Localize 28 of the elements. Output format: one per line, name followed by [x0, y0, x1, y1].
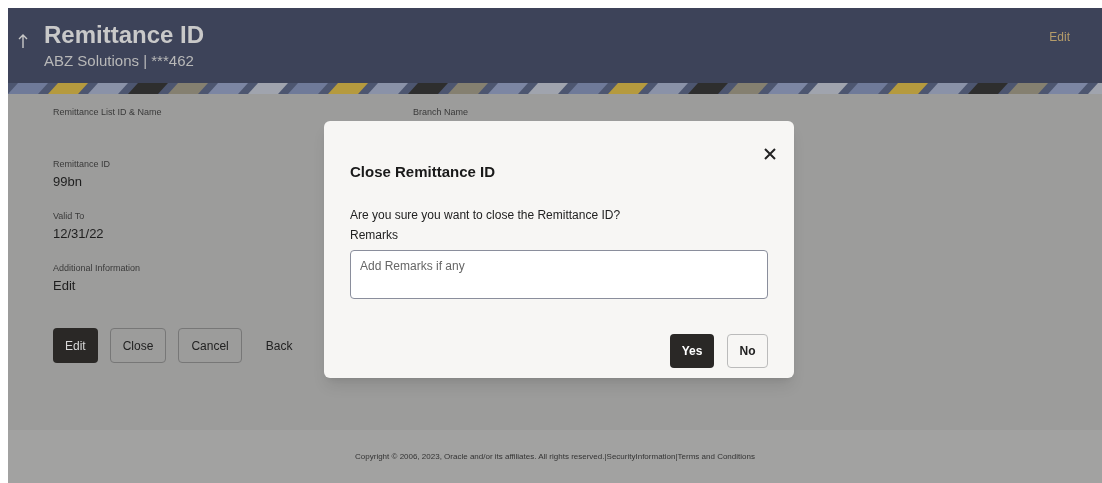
dialog-button[interactable]: No	[727, 333, 768, 368]
field-label: Remittance ID	[53, 158, 111, 171]
copyright-text: Copyright © 2006, 2023, Oracle and/or its affiliates. All rights reserved.	[355, 450, 605, 463]
dialog-message: Are you sure you want to close the Remittance ID?	[350, 206, 622, 224]
remarks-field[interactable]: Add Remarks if any	[350, 249, 768, 299]
header-edit-link[interactable]: Edit	[1049, 28, 1070, 46]
close-icon[interactable]	[763, 147, 777, 161]
up-arrow-icon[interactable]	[18, 34, 28, 48]
action-button[interactable]: Cancel	[178, 328, 242, 363]
field-label: Valid To	[53, 210, 85, 223]
separator-text: |	[675, 450, 678, 463]
footer-link[interactable]: SecurityInformation	[606, 450, 676, 463]
field-value: Edit	[53, 276, 76, 295]
dialog-title: Close Remittance ID	[350, 162, 497, 182]
action-button[interactable]: Edit	[53, 328, 98, 363]
back-link[interactable]: Back	[253, 328, 305, 363]
remarks-label: Remarks	[350, 226, 399, 244]
page-subtitle: ABZ Solutions | ***462	[44, 51, 195, 71]
dialog-button[interactable]: Yes	[670, 333, 714, 368]
footer-link[interactable]: Terms and Conditions	[677, 450, 755, 463]
field-label: Additional Information	[53, 262, 141, 275]
page-title: Remittance ID	[44, 20, 205, 50]
field-value: 12/31/22	[53, 224, 104, 243]
field-value: 99bn	[53, 172, 82, 191]
action-button[interactable]: Close	[109, 328, 167, 363]
field-label: Remittance List ID & Name	[53, 106, 162, 119]
separator-text: |	[604, 450, 607, 463]
field-label: Branch Name	[413, 106, 469, 119]
